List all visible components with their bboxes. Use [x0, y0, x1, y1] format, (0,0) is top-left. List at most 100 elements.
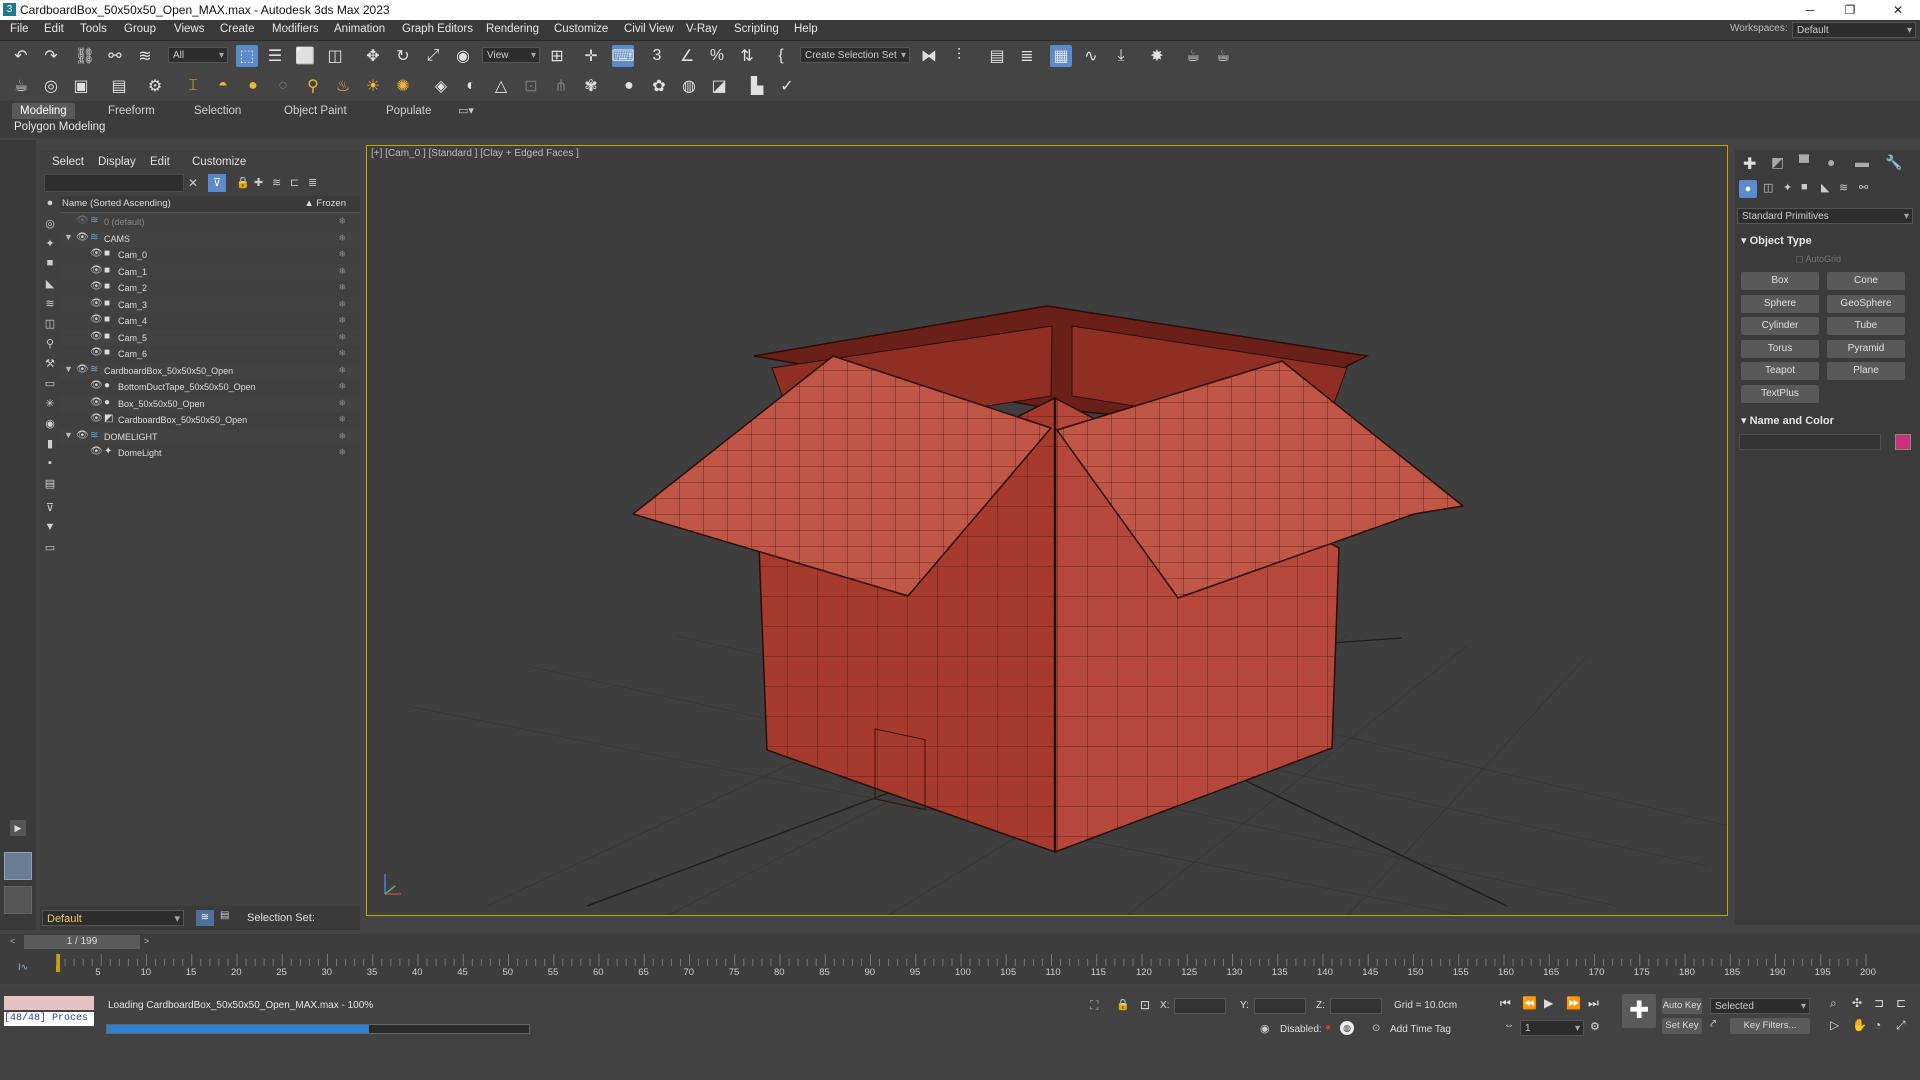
freeze-icon[interactable]: ❄ [338, 365, 346, 376]
explorer-menu-select[interactable]: Select [52, 156, 84, 168]
create-sphere-button[interactable]: Sphere [1741, 294, 1819, 313]
vray-light-icon[interactable]: ⌶ [182, 75, 204, 97]
freeze-icon[interactable]: ❄ [338, 398, 346, 409]
reference-coordinate-dropdown[interactable]: View [482, 47, 540, 64]
orbit-icon[interactable]: ◔ [1874, 1018, 1881, 1032]
keyboard-shortcut-icon[interactable]: ⌨ [611, 45, 635, 67]
primitives-category-dropdown[interactable]: Standard Primitives [1737, 208, 1913, 225]
freeze-icon[interactable]: ❄ [338, 414, 346, 425]
menu-group[interactable]: Group [124, 23, 156, 35]
zoom-all-icon[interactable]: ✣ [1852, 996, 1862, 1010]
rectangular-selection-icon[interactable]: ⬜ [294, 45, 316, 67]
viewport-layout-active-icon[interactable] [4, 852, 32, 880]
schematic-view-icon[interactable]: ⤓ [1110, 45, 1132, 67]
create-box-button[interactable]: Box [1741, 272, 1819, 290]
display-groups-icon[interactable]: ◫ [43, 316, 57, 330]
vray-library-icon[interactable]: ◍ [678, 75, 700, 97]
create-textplus-button[interactable]: TextPlus [1741, 384, 1819, 403]
visibility-eye-icon[interactable]: 👁 [76, 364, 89, 375]
display-bones-icon[interactable]: ⚲ [43, 336, 57, 350]
display-cameras-icon[interactable]: ■ [43, 256, 57, 270]
expand-panel-icon[interactable]: ▶ [10, 820, 26, 836]
explorer-row[interactable]: 👁 ■ Cam_5 ❄ [60, 329, 360, 346]
workspaces-dropdown[interactable]: Default [1792, 22, 1916, 39]
layers-icon[interactable]: ≋ [272, 176, 281, 189]
vray-asset-editor-icon[interactable]: ⚙ [144, 75, 166, 97]
spacewarps-category-icon[interactable]: ≋ [1839, 181, 1848, 194]
spinner-snap-icon[interactable]: ⇅ [736, 45, 758, 67]
vray-plane-icon[interactable]: △ [490, 75, 512, 97]
menu-tools[interactable]: Tools [80, 23, 107, 35]
expand-triangle-icon[interactable]: ▼ [64, 430, 73, 440]
explorer-row[interactable]: ▼ 👁 ≋ CardboardBox_50x50x50_Open ❄ [60, 362, 360, 379]
cameras-category-icon[interactable]: ■ [1801, 181, 1808, 193]
freeze-icon[interactable]: ❄ [338, 431, 346, 442]
vray-vantage-icon[interactable]: ✓ [776, 75, 798, 97]
maxscript-listener-output[interactable]: [48/48] Proces [4, 1012, 94, 1026]
utilities-tab-icon[interactable]: 🔧 [1885, 154, 1902, 171]
display-invert-icon[interactable]: ▮ [43, 436, 57, 450]
helpers-category-icon[interactable]: ◣ [1821, 181, 1829, 194]
select-object-icon[interactable]: ⬚ [236, 45, 258, 67]
viewport-layout-icon[interactable] [4, 886, 32, 914]
vray-sky-icon[interactable]: ✺ [392, 75, 414, 97]
display-lights-icon[interactable]: ✦ [43, 236, 57, 250]
time-slider-thumb[interactable]: 1 / 199 [24, 935, 140, 949]
visibility-eye-icon[interactable]: 👁 [90, 397, 103, 408]
maxscript-listener-top[interactable] [4, 996, 94, 1010]
object-color-swatch[interactable] [1895, 434, 1911, 450]
visibility-eye-icon[interactable]: 👁 [90, 265, 103, 276]
vray-teapot-icon[interactable]: ☕ [10, 75, 32, 97]
field-of-view-icon[interactable]: ▷ [1830, 1018, 1839, 1032]
vray-ies-light-icon[interactable]: ⚲ [302, 75, 324, 97]
display-shapes-icon[interactable]: ◎ [43, 216, 57, 230]
ribbon-toggle-icon[interactable]: ▦ [1050, 45, 1072, 67]
edit-named-selection-icon[interactable]: { [770, 45, 792, 67]
create-tab-icon[interactable]: ✚ [1743, 154, 1756, 174]
add-layer-icon[interactable]: ✚ [254, 176, 263, 189]
display-spacewarps-icon[interactable]: ≋ [43, 296, 57, 310]
goto-start-icon[interactable]: ⏮ [1500, 996, 1511, 1011]
stack-icon[interactable]: ≣ [308, 176, 317, 189]
selection-filter-dropdown[interactable]: All [168, 47, 228, 64]
column-name-header[interactable]: Name (Sorted Ascending) [62, 198, 171, 209]
explorer-row[interactable]: 👁 ✦ DomeLight ❄ [60, 445, 360, 461]
redo-icon[interactable]: ↷ [40, 45, 62, 67]
vray-sphere-light-icon[interactable]: ● [242, 75, 264, 97]
isolate-selection-icon[interactable]: ⛶ [1090, 998, 1098, 1013]
column-frozen-header[interactable]: ▲ Frozen [304, 198, 346, 209]
time-slider-next-icon[interactable]: > [144, 936, 149, 946]
create-cylinder-button[interactable]: Cylinder [1741, 317, 1819, 335]
freeze-icon[interactable]: ❄ [338, 348, 346, 359]
freeze-icon[interactable]: ❄ [338, 216, 346, 227]
display-frozen-icon[interactable]: ▪ [43, 456, 57, 470]
filter-by-icon[interactable]: ⊽ [43, 500, 57, 514]
rotate-icon[interactable]: ↻ [392, 45, 414, 67]
track-bar-curve-icon[interactable]: Ⅰ∿ [18, 962, 28, 973]
visibility-eye-icon[interactable]: 👁 [90, 347, 103, 358]
ribbon-tab-modeling[interactable]: Modeling [12, 103, 75, 119]
goto-end-icon[interactable]: ⏭ [1588, 996, 1599, 1011]
create-teapot-button[interactable]: Teapot [1741, 362, 1819, 380]
material-editor-icon[interactable]: ✸ [1146, 45, 1168, 67]
vray-ambient-light-icon[interactable]: ♨ [332, 75, 354, 97]
vray-texture-icon[interactable]: ✿ [648, 75, 670, 97]
display-geometry-icon[interactable]: ● [43, 196, 57, 210]
vray-light-lister-icon[interactable]: ◪ [708, 75, 730, 97]
next-frame-icon[interactable]: ⏩ [1566, 996, 1581, 1010]
ribbon-tab-selection[interactable]: Selection [186, 103, 249, 119]
viewport-cam-0[interactable]: [+] [Cam_0 ] [Standard ] [Clay + Edged F… [366, 145, 1728, 916]
absolute-mode-icon[interactable]: ⊡ [1140, 998, 1150, 1012]
display-all-icon[interactable]: ✳ [43, 396, 57, 410]
vray-sun-icon[interactable]: ☀ [362, 75, 384, 97]
move-icon[interactable]: ✥ [362, 45, 384, 67]
layer-options-icon[interactable]: ▤ [220, 910, 229, 921]
menu-graph-editors[interactable]: Graph Editors [402, 23, 473, 35]
visibility-eye-icon[interactable]: 👁 [90, 248, 103, 259]
menu-create[interactable]: Create [220, 23, 255, 35]
display-hidden-icon[interactable]: ▤ [43, 476, 57, 490]
window-crossing-icon[interactable]: ◫ [324, 45, 346, 67]
create-pyramid-button[interactable]: Pyramid [1827, 339, 1905, 358]
explorer-row[interactable]: ▼ 👁 ≋ CAMS ❄ [60, 230, 360, 247]
explorer-menu-display[interactable]: Display [98, 156, 136, 168]
